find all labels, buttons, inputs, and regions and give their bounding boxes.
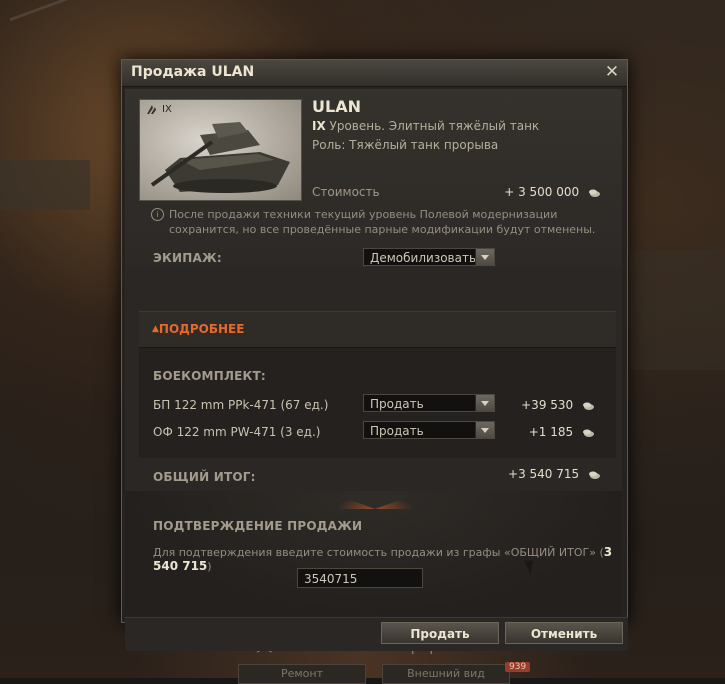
ammo-name: БП 122 mm PPk-471 (67 ед.) <box>153 398 329 412</box>
vehicle-name: ULAN <box>312 97 361 116</box>
vehicle-thumbnail: IX <box>139 99 302 201</box>
ammo-value: +39 530 <box>521 398 594 412</box>
dialog-title: Продажа ULAN <box>131 64 255 80</box>
background-crate <box>0 160 90 210</box>
ammo-action-select[interactable]: Продать <box>363 394 495 412</box>
confirm-amount-input[interactable]: 3540715 <box>297 568 423 588</box>
chevron-down-icon <box>475 422 494 438</box>
dialog-footer: Продать Отменить <box>125 617 628 651</box>
sell-vehicle-dialog: Продажа ULAN ✕ IX ULAN IX Уровень. Элитн… <box>121 59 628 651</box>
crew-select[interactable]: Демобилизовать <box>363 248 495 266</box>
modernization-info: i После продажи техники текущий уровень … <box>151 207 603 237</box>
vehicle-tier-text: Уровень. Элитный тяжёлый танк <box>325 119 540 133</box>
chevron-down-icon <box>475 249 494 265</box>
vehicle-tier-number: IX <box>312 119 326 133</box>
chevron-down-icon <box>475 395 494 411</box>
silver-icon <box>589 471 600 479</box>
ammo-label: БОЕКОМПЛЕКТ: <box>153 369 266 383</box>
total-value: +3 540 715 <box>508 467 600 481</box>
vehicle-info-section: IX ULAN IX Уровень. Элитный тяжёлый танк… <box>125 89 622 267</box>
details-toggle[interactable]: ▲ПОДРОБНЕЕ <box>139 311 616 348</box>
confirm-title: ПОДТВЕРЖДЕНИЕ ПРОДАЖИ <box>153 519 363 533</box>
background-tank <box>630 250 725 370</box>
tank-image <box>150 122 290 193</box>
close-icon[interactable]: ✕ <box>603 62 621 82</box>
vehicle-role: Роль: Тяжёлый танк прорыва <box>312 138 499 152</box>
silver-icon <box>583 402 594 410</box>
total-label: ОБЩИЙ ИТОГ: <box>153 470 256 484</box>
vehicle-tier-line: IX Уровень. Элитный тяжёлый танк <box>312 119 539 133</box>
ammo-action-select[interactable]: Продать <box>363 421 495 439</box>
silver-icon <box>583 429 594 437</box>
sell-button[interactable]: Продать <box>381 622 499 644</box>
info-text: После продажи техники текущий уровень По… <box>169 208 596 236</box>
background-repair-button: Ремонт <box>238 664 366 684</box>
dialog-titlebar: Продажа ULAN ✕ <box>122 60 627 87</box>
info-icon: i <box>151 208 164 221</box>
details-title: ▲ПОДРОБНЕЕ <box>152 322 245 336</box>
dialog-body: IX ULAN IX Уровень. Элитный тяжёлый танк… <box>125 89 628 651</box>
background-exterior-button: Внешний вид <box>382 664 510 684</box>
background-badge: 939 <box>505 662 531 672</box>
cost-label: Стоимость <box>312 185 380 199</box>
ammo-name: ОФ 122 mm PW-471 (3 ед.) <box>153 425 321 439</box>
ammo-value: +1 185 <box>529 425 594 439</box>
cancel-button[interactable]: Отменить <box>505 622 623 644</box>
crew-label: ЭКИПАЖ: <box>153 251 222 265</box>
caret-up-icon: ▲ <box>152 324 159 334</box>
silver-icon <box>589 189 600 197</box>
cost-value: + 3 500 000 <box>504 185 600 199</box>
details-panel: БОЕКОМПЛЕКТ: БП 122 mm PPk-471 (67 ед.) … <box>139 347 616 458</box>
section-divider-notch <box>337 495 413 509</box>
